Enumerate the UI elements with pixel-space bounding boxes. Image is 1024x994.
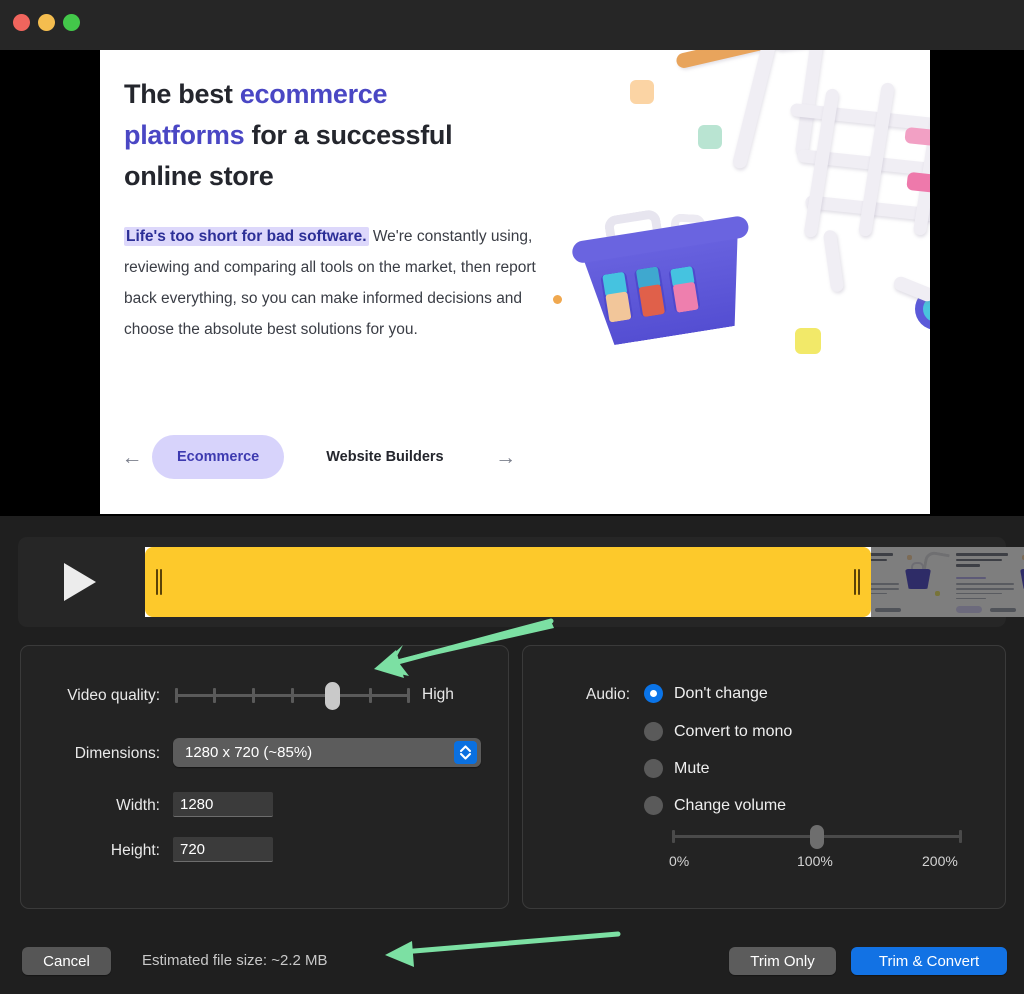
- ecommerce-illustration: [553, 50, 930, 450]
- filmstrip-frame[interactable]: [145, 547, 260, 617]
- estimated-file-size: Estimated file size: ~2.2 MB: [142, 952, 328, 969]
- video-quality-value: High: [422, 686, 454, 703]
- filmstrip-frame[interactable]: [490, 547, 605, 617]
- trim-only-button[interactable]: Trim Only: [729, 947, 836, 975]
- decor-dot-orange: [553, 295, 562, 304]
- filmstrip-frame[interactable]: [950, 547, 1024, 617]
- audio-option-change-volume[interactable]: Change volume: [644, 796, 786, 815]
- width-input[interactable]: 1280: [173, 792, 273, 817]
- page-title-plain3: online store: [124, 161, 274, 191]
- audio-option-convert-to-mono[interactable]: Convert to mono: [644, 722, 792, 741]
- radio-icon-mute[interactable]: [644, 759, 663, 778]
- decor-square-orange: [630, 80, 654, 104]
- filmstrip[interactable]: [145, 547, 1024, 617]
- filmstrip-frame[interactable]: [720, 547, 835, 617]
- quality-slider-thumb[interactable]: [325, 682, 340, 710]
- filmstrip-frame[interactable]: [835, 547, 950, 617]
- audio-option-label: Change volume: [674, 796, 787, 814]
- volume-min-label: 0%: [669, 853, 690, 869]
- audio-option-label: Convert to mono: [674, 722, 793, 740]
- radio-icon-change-volume[interactable]: [644, 796, 663, 815]
- tab-website-builders[interactable]: Website Builders: [326, 449, 443, 465]
- dimensions-select[interactable]: 1280 x 720 (~85%): [173, 738, 481, 767]
- filmstrip-frame[interactable]: [605, 547, 720, 617]
- video-quality-label: Video quality:: [67, 687, 160, 704]
- annotation-arrow-to-file-size: [385, 931, 621, 967]
- video-settings-panel: [20, 645, 509, 909]
- dimensions-value: 1280 x 720 (~85%): [185, 744, 313, 761]
- cancel-button[interactable]: Cancel: [22, 947, 111, 975]
- volume-slider[interactable]: [672, 825, 962, 849]
- shopping-basket-graphic: [568, 197, 766, 354]
- page-body-text: Life's too short for bad software. We're…: [124, 221, 549, 345]
- height-input[interactable]: 720: [173, 837, 273, 862]
- audio-option-mute[interactable]: Mute: [644, 759, 710, 778]
- audio-label: Audio:: [586, 686, 630, 703]
- category-tabs: ← Ecommerce Website Builders →: [112, 435, 672, 479]
- video-preview-stage[interactable]: The best ecommerce platforms for a succe…: [0, 50, 1024, 516]
- page-title: The best ecommerce platforms for a succe…: [124, 74, 544, 197]
- volume-max-label: 200%: [922, 853, 958, 869]
- prev-arrow-icon[interactable]: ←: [112, 447, 152, 468]
- zoom-window-button[interactable]: [63, 14, 80, 31]
- page-title-accent1: ecommerce: [239, 79, 388, 109]
- window-titlebar: [0, 0, 1024, 50]
- tab-ecommerce[interactable]: Ecommerce: [152, 435, 285, 479]
- volume-mid-label: 100%: [797, 853, 833, 869]
- filmstrip-frame[interactable]: [260, 547, 375, 617]
- body-highlight: Life's too short for bad software.: [124, 227, 369, 246]
- close-window-button[interactable]: [13, 14, 30, 31]
- play-icon[interactable]: [64, 563, 96, 601]
- minimize-window-button[interactable]: [38, 14, 55, 31]
- page-title-accent2: platforms: [124, 120, 245, 150]
- audio-option-dont-change[interactable]: Don't change: [644, 684, 768, 703]
- previewed-webpage: The best ecommerce platforms for a succe…: [100, 50, 930, 514]
- volume-slider-thumb[interactable]: [810, 825, 824, 849]
- page-title-plain2: for a successful: [244, 120, 453, 150]
- trim-convert-button[interactable]: Trim & Convert: [851, 947, 1007, 975]
- page-title-plain1: The best: [124, 79, 240, 109]
- app-window: The best ecommerce platforms for a succe…: [0, 0, 1024, 994]
- radio-icon-convert-to-mono[interactable]: [644, 722, 663, 741]
- window-controls: [13, 14, 80, 31]
- chevron-updown-icon[interactable]: [454, 741, 477, 764]
- dimensions-label: Dimensions:: [74, 745, 160, 762]
- radio-icon-dont-change[interactable]: [644, 684, 663, 703]
- trim-toolbar: [18, 537, 1024, 627]
- audio-option-label: Mute: [674, 759, 710, 777]
- width-label: Width:: [116, 797, 160, 814]
- height-label: Height:: [110, 842, 160, 859]
- filmstrip-track: [145, 547, 1024, 617]
- video-quality-slider[interactable]: [175, 682, 410, 710]
- filmstrip-frame[interactable]: [375, 547, 490, 617]
- audio-option-label: Don't change: [674, 684, 768, 702]
- next-arrow-icon[interactable]: →: [486, 447, 526, 468]
